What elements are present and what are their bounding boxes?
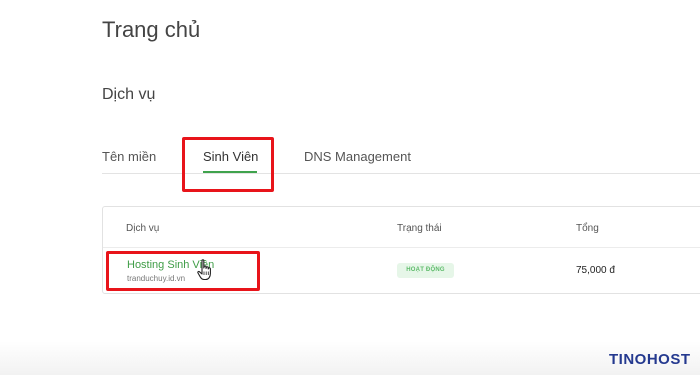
- tinohost-logo: TINOHOST: [609, 351, 691, 368]
- highlight-box-tab: [182, 137, 274, 192]
- footer-fade: [0, 341, 700, 375]
- row-divider: [103, 247, 700, 248]
- column-header-status: Trạng thái: [397, 223, 442, 234]
- column-header-service: Dịch vụ: [126, 223, 160, 234]
- service-total: 75,000 đ: [576, 265, 615, 276]
- hand-cursor-icon: [197, 259, 211, 281]
- section-title: Dịch vụ: [102, 86, 156, 103]
- tab-dns-management[interactable]: DNS Management: [304, 149, 411, 164]
- tab-ten-mien[interactable]: Tên miền: [102, 149, 156, 164]
- column-header-total: Tổng: [576, 223, 599, 234]
- highlight-box-service: [106, 251, 260, 291]
- status-badge: HOẠT ĐỘNG: [397, 263, 454, 278]
- page-title: Trang chủ: [102, 17, 201, 42]
